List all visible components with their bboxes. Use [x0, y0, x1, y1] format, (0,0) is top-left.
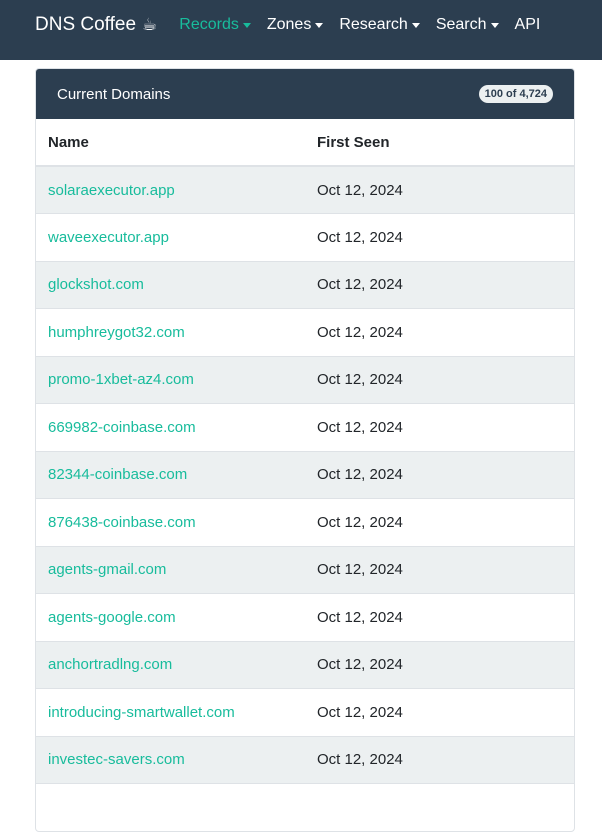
nav-search-label: Search [435, 16, 487, 33]
table-row: anchortradlng.com Oct 12, 2024 [36, 640, 574, 689]
first-seen-cell: Oct 12, 2024 [305, 498, 574, 546]
card-title: Current Domains [57, 85, 171, 103]
table-row: 876438-coinbase.com Oct 12, 2024 [36, 498, 574, 546]
coffee-icon: ☕ [142, 15, 158, 34]
brand-name: DNS Coffee [35, 14, 137, 35]
nav-research-label: Research [339, 16, 408, 33]
first-seen-cell: Oct 12, 2024 [305, 355, 574, 404]
current-domains-card: Current Domains 100 of 4,724 Name First … [35, 68, 575, 832]
nav-api-link[interactable]: API [515, 16, 541, 34]
top-navbar: DNS Coffee ☕ Records Zones Research Sear… [0, 0, 602, 60]
domain-link[interactable]: anchortradlng.com [48, 656, 172, 673]
first-seen-cell: Oct 12, 2024 [305, 213, 574, 261]
table-row: 82344-coinbase.com Oct 12, 2024 [36, 450, 574, 499]
nav-zones-label: Zones [266, 16, 312, 33]
count-badge: 100 of 4,724 [478, 85, 553, 103]
table-row [36, 783, 574, 831]
domains-table: Name First Seen solaraexecutor.app Oct 1… [36, 119, 574, 831]
domain-link[interactable]: introducing-smartwallet.com [48, 704, 235, 721]
nav-zones-dropdown[interactable]: Zones [266, 16, 324, 34]
first-seen-cell: Oct 12, 2024 [305, 688, 574, 736]
table-row: glockshot.com Oct 12, 2024 [36, 260, 574, 309]
caret-down-icon [411, 22, 420, 28]
domain-link[interactable]: agents-google.com [48, 609, 176, 626]
nav-api-label: API [514, 16, 541, 33]
table-row: agents-google.com Oct 12, 2024 [36, 593, 574, 641]
table-row: promo-1xbet-az4.com Oct 12, 2024 [36, 355, 574, 404]
nav-search-dropdown[interactable]: Search [436, 16, 499, 34]
domain-link[interactable]: waveexecutor.app [48, 229, 169, 246]
domain-link[interactable]: agents-gmail.com [48, 561, 166, 578]
caret-down-icon [315, 22, 324, 28]
domain-link[interactable]: investec-savers.com [48, 751, 185, 768]
nav-research-dropdown[interactable]: Research [339, 16, 420, 34]
first-seen-cell: Oct 12, 2024 [305, 735, 574, 784]
brand-link[interactable]: DNS Coffee ☕ [35, 14, 157, 36]
table-row: solaraexecutor.app Oct 12, 2024 [36, 165, 574, 214]
first-seen-cell: Oct 12, 2024 [305, 450, 574, 499]
table-body: solaraexecutor.app Oct 12, 2024 waveexec… [36, 165, 574, 831]
table-row: investec-savers.com Oct 12, 2024 [36, 735, 574, 784]
domain-link[interactable]: 876438-coinbase.com [48, 514, 196, 531]
first-seen-cell: Oct 12, 2024 [305, 165, 574, 214]
table-row: agents-gmail.com Oct 12, 2024 [36, 545, 574, 594]
first-seen-cell: Oct 12, 2024 [305, 403, 574, 451]
card-header: Current Domains 100 of 4,724 [36, 69, 574, 119]
nav-records-dropdown[interactable]: Records [179, 16, 251, 34]
nav-records-label: Records [179, 16, 239, 33]
column-header-first-seen: First Seen [305, 119, 574, 167]
first-seen-cell: Oct 12, 2024 [305, 308, 574, 356]
domain-link[interactable]: 669982-coinbase.com [48, 419, 196, 436]
first-seen-cell: Oct 12, 2024 [305, 260, 574, 309]
table-row: introducing-smartwallet.com Oct 12, 2024 [36, 688, 574, 736]
first-seen-cell: Oct 12, 2024 [305, 640, 574, 689]
domain-link[interactable]: humphreygot32.com [48, 324, 185, 341]
first-seen-cell: Oct 12, 2024 [305, 593, 574, 641]
table-row: humphreygot32.com Oct 12, 2024 [36, 308, 574, 356]
domain-link[interactable]: promo-1xbet-az4.com [48, 371, 194, 388]
table-row: 669982-coinbase.com Oct 12, 2024 [36, 403, 574, 451]
table-header-row: Name First Seen [36, 119, 574, 167]
domain-link[interactable]: 82344-coinbase.com [48, 466, 187, 483]
caret-down-icon [490, 22, 499, 28]
domain-link[interactable]: solaraexecutor.app [48, 182, 175, 199]
caret-down-icon [242, 22, 251, 28]
table-row: waveexecutor.app Oct 12, 2024 [36, 213, 574, 261]
first-seen-cell: Oct 12, 2024 [305, 545, 574, 594]
domain-link[interactable]: glockshot.com [48, 276, 144, 293]
column-header-name: Name [36, 119, 305, 167]
